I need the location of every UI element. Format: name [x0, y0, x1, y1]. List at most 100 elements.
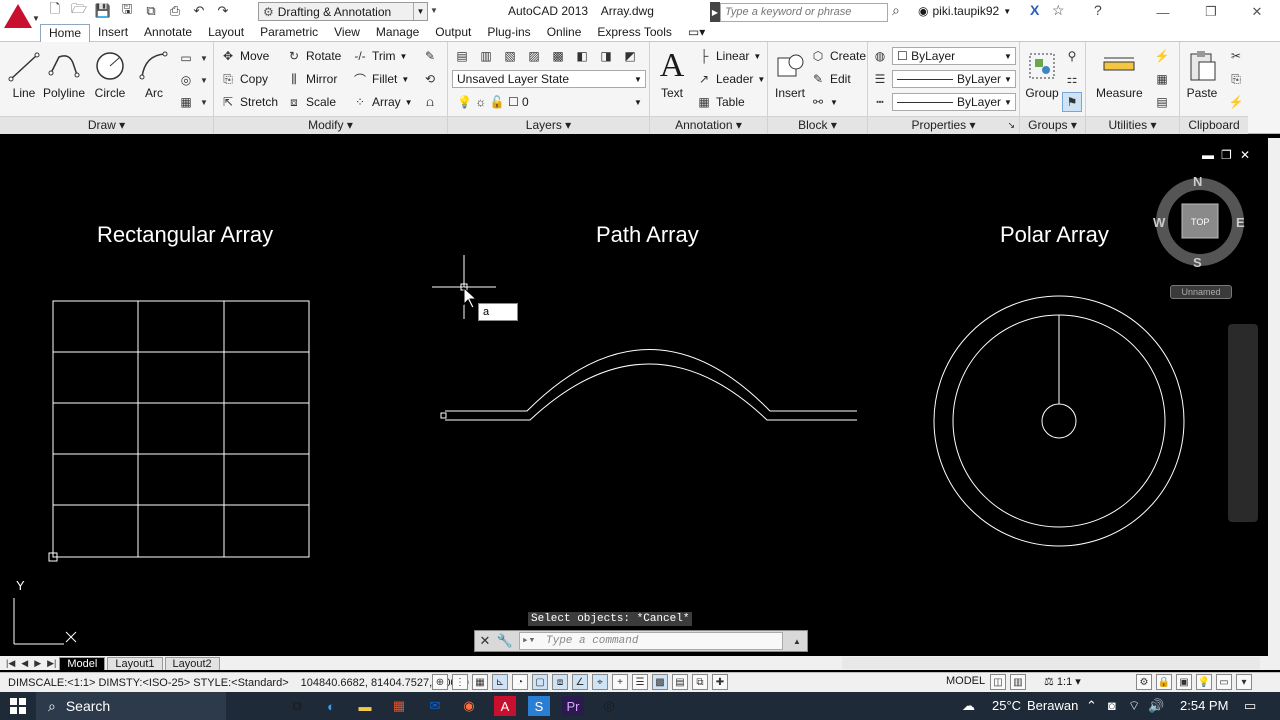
network-icon[interactable]: ⌔	[1128, 698, 1140, 714]
modify-panel-title[interactable]: Modify ▾	[214, 116, 447, 134]
tab-output[interactable]: Output	[427, 24, 479, 42]
dialog-launcher-icon[interactable]: ↘	[1007, 117, 1015, 134]
table-button[interactable]: ▦ Table	[696, 92, 744, 112]
layer-properties-icon[interactable]: ▤	[452, 46, 472, 66]
chevron-up-icon[interactable]: ⌃	[1086, 698, 1097, 714]
layer-off-icon[interactable]: ◩	[620, 46, 640, 66]
annotation-monitor-icon[interactable]: ✚	[712, 674, 728, 690]
layer-state-select[interactable]: Unsaved Layer State ▼	[452, 70, 646, 88]
taskbar-search[interactable]: ⌕ Search	[36, 692, 226, 720]
tab-express-tools[interactable]: Express Tools	[589, 24, 679, 42]
minimize-button[interactable]: —	[1140, 0, 1186, 24]
scale-button[interactable]: ⧈ Scale	[286, 92, 336, 112]
last-layout-icon[interactable]: ▶|	[44, 658, 59, 669]
chevron-up-icon[interactable]: ▲	[787, 637, 807, 646]
tab-layout1[interactable]: Layout1	[107, 656, 163, 670]
volume-icon[interactable]: 🔊	[1148, 698, 1164, 714]
ucs-menu[interactable]: Unnamed	[1170, 285, 1232, 299]
array-button[interactable]: ⁘ Array ▼	[352, 92, 413, 112]
binoculars-icon[interactable]: ⌕	[892, 2, 900, 19]
navigation-bar[interactable]	[1228, 324, 1258, 522]
tab-annotate[interactable]: Annotate	[136, 24, 200, 42]
quick-view-layouts-icon[interactable]: ◫	[990, 674, 1006, 690]
viewcube-west[interactable]: W	[1153, 215, 1165, 230]
status-menu-icon[interactable]: ▾	[1236, 674, 1252, 690]
app-taskbar-icon[interactable]: S	[528, 696, 550, 716]
cut-icon[interactable]: ✂	[1226, 46, 1246, 66]
chevron-down-icon[interactable]: ▼	[194, 48, 214, 68]
sign-in-user[interactable]: ◉ piki.taupik92 ▼	[918, 4, 1011, 18]
copy-button[interactable]: ⎘ Copy	[220, 69, 268, 89]
tab-insert[interactable]: Insert	[90, 24, 136, 42]
linetype-select[interactable]: ByLayer ▼	[892, 93, 1016, 111]
snap-mode-icon[interactable]: ⋮	[452, 674, 468, 690]
vertical-scrollbar[interactable]	[1268, 138, 1280, 656]
line-button[interactable]: Line	[2, 46, 46, 100]
3d-object-snap-icon[interactable]: ⧈	[552, 674, 568, 690]
properties-panel-title[interactable]: Properties ▾ ↘	[868, 116, 1019, 134]
block-panel-title[interactable]: Block ▾	[768, 116, 867, 134]
tab-manage[interactable]: Manage	[368, 24, 427, 42]
star-icon[interactable]: ☆	[1052, 2, 1065, 19]
save-as-icon[interactable]: 🖫	[118, 1, 136, 20]
close-button[interactable]: ✕	[1234, 0, 1280, 24]
autocad-taskbar-icon[interactable]: A	[494, 696, 516, 716]
task-view-icon[interactable]: ⧉	[286, 696, 308, 716]
quick-select-icon[interactable]: ⚡	[1152, 46, 1172, 66]
group-selection-toggle-icon[interactable]: ⚑	[1062, 92, 1082, 112]
layer-isolate-icon[interactable]: ▩	[548, 46, 568, 66]
ducs-icon[interactable]: ⌖	[592, 674, 608, 690]
viewcube-south[interactable]: S	[1193, 255, 1202, 270]
rotate-button[interactable]: ↻ Rotate	[286, 46, 341, 66]
lineweight-icon[interactable]: ☰	[870, 69, 890, 89]
quick-properties-icon[interactable]: ▤	[672, 674, 688, 690]
paste-button[interactable]: Paste	[1180, 46, 1224, 100]
lock-ui-icon[interactable]: 🔒	[1156, 674, 1172, 690]
chevron-down-icon[interactable]: ▼	[194, 70, 214, 90]
erase-icon[interactable]: ✎	[420, 46, 440, 66]
viewcube-east[interactable]: E	[1236, 215, 1245, 230]
polar-tracking-icon[interactable]: ◔	[512, 674, 528, 690]
clipboard-panel-title[interactable]: Clipboard	[1180, 116, 1248, 134]
move-button[interactable]: ✥ Move	[220, 46, 269, 66]
save-icon[interactable]: 💾	[94, 2, 112, 20]
first-layout-icon[interactable]: |◀	[0, 658, 18, 669]
weather-temp[interactable]: 25°C	[992, 698, 1021, 713]
windows-start-button[interactable]	[0, 692, 36, 720]
fillet-button[interactable]: ⌒ Fillet ▼	[352, 69, 409, 89]
layer-freeze-icon[interactable]: ◨	[596, 46, 616, 66]
firefox-icon[interactable]: ◉	[458, 696, 480, 716]
workspace-switch-icon[interactable]: ⚙	[1136, 674, 1152, 690]
application-menu-button[interactable]: ▼	[0, 0, 40, 40]
utilities-panel-title[interactable]: Utilities ▾	[1086, 116, 1179, 134]
boundary-icon[interactable]: ▦	[176, 92, 196, 112]
linetype-icon[interactable]: ┅	[870, 92, 890, 112]
hardware-acceleration-icon[interactable]: ▣	[1176, 674, 1192, 690]
stretch-button[interactable]: ⇱ Stretch	[220, 92, 278, 112]
new-file-icon[interactable]: 🗋	[46, 1, 64, 20]
dynamic-input-field[interactable]: a	[478, 303, 518, 321]
notification-icon[interactable]: ▭	[1244, 698, 1256, 714]
groups-panel-title[interactable]: Groups ▾	[1020, 116, 1085, 134]
id-point-icon[interactable]: ▤	[1152, 92, 1172, 112]
mirror-button[interactable]: ⫼ Mirror	[286, 69, 337, 89]
clean-screen-icon[interactable]: ▭	[1216, 674, 1232, 690]
viewcube-north[interactable]: N	[1193, 174, 1202, 189]
file-explorer-icon[interactable]: ▬	[354, 696, 376, 716]
keyword-search-input[interactable]: Type a keyword or phrase	[720, 2, 888, 22]
group-edit-icon[interactable]: ⚏	[1062, 69, 1082, 89]
object-snap-tracking-icon[interactable]: ∠	[572, 674, 588, 690]
store-icon[interactable]: ▦	[388, 696, 410, 716]
exchange-icon[interactable]: X	[1030, 2, 1039, 18]
draw-panel-title[interactable]: Draw ▾	[0, 116, 213, 134]
infer-constraints-icon[interactable]: ⊕	[432, 674, 448, 690]
hatch-icon[interactable]: ◎	[176, 70, 196, 90]
obs-icon[interactable]: ◎	[598, 696, 620, 716]
close-icon[interactable]: ✕	[475, 633, 495, 649]
layer-state-icon[interactable]: ▥	[476, 46, 496, 66]
mail-icon[interactable]: ✉	[424, 696, 446, 716]
tab-layout2[interactable]: Layout2	[164, 656, 220, 670]
prev-layout-icon[interactable]: ◀	[18, 658, 31, 669]
edge-icon[interactable]: ◐	[320, 696, 342, 716]
offset-icon[interactable]: ⩍	[420, 92, 440, 112]
